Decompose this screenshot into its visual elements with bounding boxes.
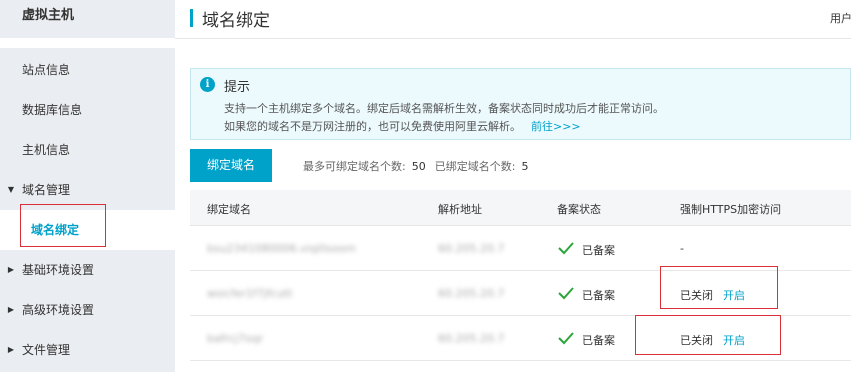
- sidebar-item-database-info[interactable]: 数据库信息: [0, 90, 175, 130]
- bind-domain-button[interactable]: 绑定域名: [190, 149, 272, 182]
- sidebar-item-label: 数据库信息: [22, 103, 83, 117]
- sidebar: 虚拟主机 站点信息 数据库信息 主机信息 ▼ 域名管理 域名绑定 ▶ 基础环境设…: [0, 0, 175, 372]
- caret-right-icon: ▶: [7, 265, 15, 274]
- filing-status: 已备案: [582, 334, 615, 347]
- table-header: 绑定域名 解析地址 备案状态 强制HTTPS加密访问: [190, 190, 851, 226]
- sidebar-title: 虚拟主机: [0, 0, 175, 38]
- column-header-status: 备案状态: [557, 203, 601, 216]
- table-row: bsu2341080006.viqillsoom 60.205.20.7 已备案…: [190, 226, 851, 271]
- tip-title: 提示: [224, 80, 251, 95]
- caret-down-icon: ▼: [7, 185, 15, 194]
- caret-right-icon: ▶: [7, 305, 15, 314]
- check-icon: [558, 242, 574, 255]
- title-accent-bar: [190, 9, 193, 27]
- address-cell: 60.205.20.7: [438, 242, 505, 255]
- address-cell: 60.205.20.7: [438, 287, 505, 300]
- tip-box: i 提示 支持一个主机绑定多个域名。绑定后域名需解析生效，备案状态同时成功后才能…: [190, 68, 851, 140]
- domain-count-stats: 最多可绑定域名个数: 50 已绑定域名个数: 5: [303, 158, 537, 174]
- sidebar-group-advanced-env[interactable]: ▶ 高级环境设置: [0, 290, 175, 330]
- max-domains-label: 最多可绑定域名个数:: [303, 160, 406, 173]
- sidebar-item-host-info[interactable]: 主机信息: [0, 130, 175, 170]
- user-link[interactable]: 用户: [830, 10, 851, 26]
- column-header-address: 解析地址: [438, 203, 482, 216]
- domain-cell: wsicfer1f7jfcutt: [207, 287, 293, 300]
- tip-text: 支持一个主机绑定多个域名。绑定后域名需解析生效，备案状态同时成功后才能正常访问。: [224, 102, 664, 115]
- main-content: 域名绑定 用户 i 提示 支持一个主机绑定多个域名。绑定后域名需解析生效，备案状…: [175, 0, 851, 372]
- sidebar-group-file-management[interactable]: ▶ 文件管理: [0, 330, 175, 370]
- check-icon: [558, 287, 574, 300]
- sidebar-group-basic-env[interactable]: ▶ 基础环境设置: [0, 250, 175, 290]
- https-value: -: [680, 242, 684, 255]
- info-icon: i: [200, 77, 215, 92]
- domain-cell: bafrcj7oqr: [207, 332, 264, 345]
- address-cell: 60.205.20.7: [438, 332, 505, 345]
- bound-domains-value: 5: [521, 160, 529, 173]
- max-domains-value: 50: [411, 160, 426, 173]
- header-divider: [175, 38, 851, 39]
- highlight-box: [635, 315, 781, 355]
- tip-text: 如果您的域名不是万网注册的，也可以免费使用阿里云解析。 前往>>>: [224, 118, 581, 134]
- page-title: 域名绑定: [202, 11, 270, 31]
- sidebar-divider: [0, 38, 175, 48]
- sidebar-item-label: 高级环境设置: [22, 303, 95, 317]
- sidebar-item-site-info[interactable]: 站点信息: [0, 50, 175, 90]
- filing-status: 已备案: [582, 289, 615, 302]
- sidebar-item-label: 主机信息: [22, 143, 71, 157]
- domain-cell: bsu2341080006.viqillsoom: [207, 242, 356, 255]
- bound-domains-label: 已绑定域名个数:: [434, 160, 516, 173]
- caret-right-icon: ▶: [7, 345, 15, 354]
- highlight-box: [660, 266, 778, 309]
- sidebar-item-label: 文件管理: [22, 343, 71, 357]
- column-header-domain: 绑定域名: [207, 203, 251, 216]
- dns-resolve-link[interactable]: 前往>>>: [531, 120, 581, 133]
- check-icon: [558, 332, 574, 345]
- filing-status: 已备案: [582, 244, 615, 257]
- highlight-box: [20, 204, 106, 247]
- sidebar-item-label: 站点信息: [22, 63, 71, 77]
- sidebar-item-label: 基础环境设置: [22, 263, 95, 277]
- tip-text-content: 如果您的域名不是万网注册的，也可以免费使用阿里云解析。: [224, 120, 521, 133]
- column-header-https: 强制HTTPS加密访问: [680, 203, 782, 216]
